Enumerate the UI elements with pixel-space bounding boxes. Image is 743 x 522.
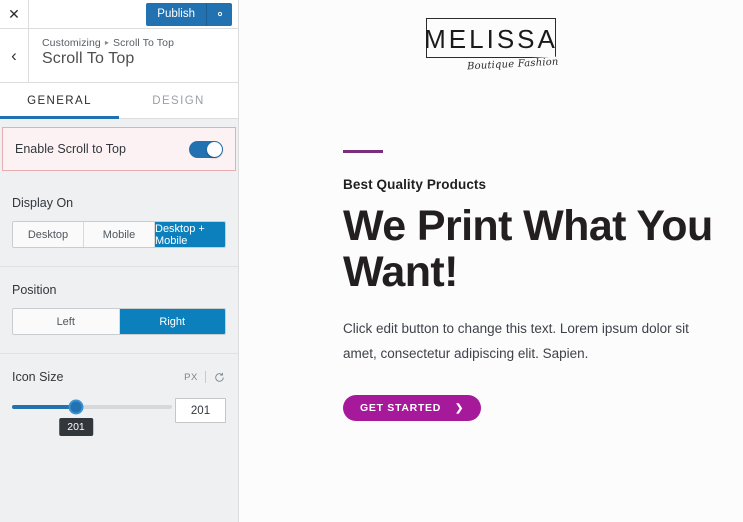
icon-size-controls: 201 <box>12 398 226 436</box>
panel-header: ‹ Customizing ▸ Scroll To Top Scroll To To… <box>0 29 238 83</box>
hero-eyebrow: Best Quality Products <box>343 177 487 192</box>
display-on-label: Display On <box>12 196 74 210</box>
enable-scroll-to-top-row: Enable Scroll to Top <box>2 127 236 171</box>
icon-size-unit-controls: PX <box>184 371 226 384</box>
reset-arrow-icon <box>215 372 224 382</box>
panel-header-text: Customizing ▸ Scroll To Top Scroll To Top <box>29 29 174 82</box>
display-on-section: Display On Desktop Mobile Desktop + Mobi… <box>0 180 238 267</box>
hero-title: We Print What You Want! <box>343 202 713 296</box>
position-button-group: Left Right <box>12 308 226 335</box>
position-option-left[interactable]: Left <box>13 309 120 334</box>
hero-section: Best Quality Products We Print What You … <box>239 60 743 422</box>
position-section: Position Left Right <box>0 267 238 354</box>
slider-fill <box>12 405 76 409</box>
publish-button[interactable]: Publish <box>146 2 206 26</box>
back-button[interactable]: ‹ <box>0 29 29 82</box>
slider-value-tooltip: 201 <box>59 418 93 436</box>
slider-thumb[interactable] <box>68 399 84 415</box>
display-on-option-desktop-mobile[interactable]: Desktop + Mobile <box>155 222 225 247</box>
icon-size-label: Icon Size <box>12 370 64 384</box>
icon-size-slider[interactable]: 201 <box>12 398 172 436</box>
site-logo-wrap: MELISSA Boutique Fashion <box>239 0 743 73</box>
breadcrumb-root[interactable]: Customizing <box>42 37 101 49</box>
panel-body: Enable Scroll to Top Display On Desktop … <box>0 119 238 522</box>
tab-design[interactable]: DESIGN <box>119 83 238 118</box>
logo-frame: MELISSA <box>424 18 558 58</box>
display-on-button-group: Desktop Mobile Desktop + Mobile <box>12 221 226 248</box>
unit-divider <box>205 371 206 383</box>
close-customizer-button[interactable]: ✕ <box>0 0 29 28</box>
tab-general[interactable]: GENERAL <box>0 83 119 119</box>
display-on-option-desktop[interactable]: Desktop <box>13 222 84 247</box>
icon-size-input[interactable] <box>175 398 226 423</box>
publish-group: Publish <box>146 2 232 26</box>
breadcrumb-separator-icon: ▸ <box>104 38 109 47</box>
position-option-right[interactable]: Right <box>119 309 225 334</box>
site-preview: MELISSA Boutique Fashion Best Quality Pr… <box>239 0 743 522</box>
display-on-option-mobile[interactable]: Mobile <box>84 222 155 247</box>
icon-size-header: Icon Size PX <box>12 370 226 384</box>
panel-topbar: ✕ Publish <box>0 0 238 29</box>
gear-icon <box>217 11 222 17</box>
panel-tabs: GENERAL DESIGN <box>0 83 238 119</box>
enable-scroll-to-top-toggle[interactable] <box>189 140 223 158</box>
chevron-left-icon: ‹ <box>11 46 17 65</box>
unit-px-label[interactable]: PX <box>184 372 198 383</box>
position-label: Position <box>12 283 57 297</box>
logo-name: MELISSA <box>424 24 558 54</box>
customizer-panel: ✕ Publish ‹ Customizing▸ Scroll To Top <box>0 0 239 522</box>
close-icon: ✕ <box>8 6 20 22</box>
breadcrumb: Customizing ▸ Scroll To Top <box>42 37 174 49</box>
reset-icon[interactable] <box>213 371 226 384</box>
page-title: Scroll To Top <box>42 50 135 67</box>
icon-size-section: Icon Size PX 201 201 <box>0 354 238 441</box>
get-started-label: GET STARTED <box>360 402 442 415</box>
publish-settings-button[interactable] <box>206 2 232 26</box>
slider-track[interactable] <box>12 399 172 415</box>
enable-scroll-to-top-label: Enable Scroll to Top <box>15 142 126 156</box>
site-logo[interactable]: MELISSA Boutique Fashion <box>424 12 563 73</box>
breadcrumb-current: Scroll To Top <box>113 37 175 49</box>
chevron-right-icon: ❯ <box>455 402 465 414</box>
get-started-button[interactable]: GET STARTED ❯ <box>343 395 482 422</box>
hero-accent-bar <box>343 150 383 153</box>
hero-paragraph: Click edit button to change this text. L… <box>343 321 689 362</box>
toggle-knob <box>207 141 222 157</box>
customizer-app: ✕ Publish ‹ Customizing▸ Scroll To Top <box>0 0 743 522</box>
